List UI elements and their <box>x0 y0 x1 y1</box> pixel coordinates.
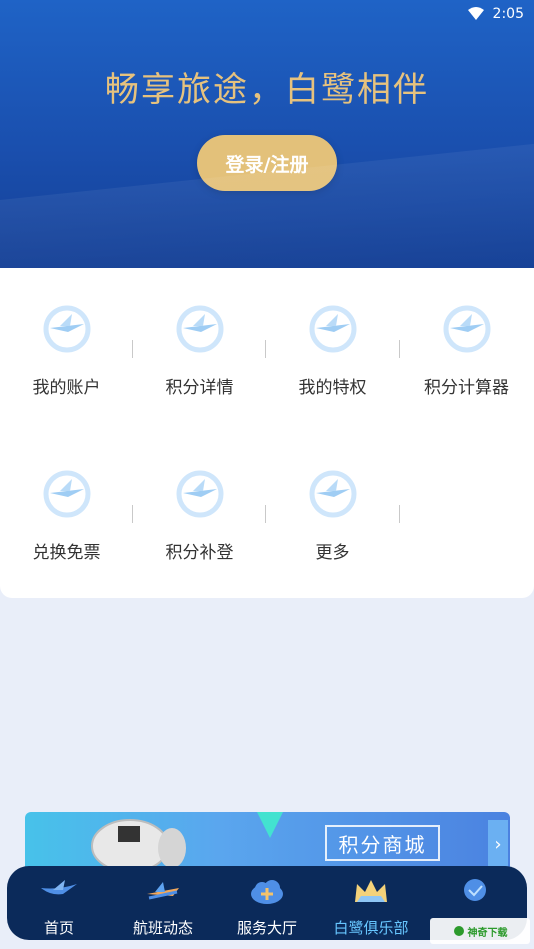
headphones-icon <box>91 819 186 872</box>
egret-logo-icon <box>443 305 491 353</box>
egret-logo-icon <box>176 470 224 518</box>
banner-next-arrow[interactable]: › <box>488 820 508 868</box>
egret-logo-icon <box>43 305 91 353</box>
crown-icon <box>355 880 387 902</box>
egret-logo-icon <box>41 880 77 895</box>
watermark-text: 神奇下载 <box>467 927 508 939</box>
tab-label: 首页 <box>43 919 74 937</box>
menu-item-points-calculator[interactable]: 积分计算器 <box>400 268 533 398</box>
tab-label: 服务大厅 <box>236 919 297 937</box>
hero-slogan: 畅享旅途，白鹭相伴 <box>105 70 429 110</box>
pin-icon <box>257 812 283 838</box>
menu-item-label: 积分补登 <box>165 543 234 563</box>
menu-item-redeem-ticket[interactable]: 兑换免票 <box>0 433 133 563</box>
menu-item-my-privileges[interactable]: 我的特权 <box>266 268 399 398</box>
tab-egret-club[interactable]: 白鹭俱乐部 <box>319 866 423 940</box>
status-time: 2:05 <box>492 6 524 22</box>
site-watermark: 神奇下载 <box>430 918 530 944</box>
menu-item-more[interactable]: 更多 <box>266 433 399 563</box>
tab-flight-status[interactable]: 航班动态 <box>111 866 215 940</box>
egret-logo-icon <box>43 470 91 518</box>
divider <box>399 505 400 523</box>
menu-item-my-account[interactable]: 我的账户 <box>0 268 133 398</box>
egret-logo-icon <box>309 470 357 518</box>
points-mall-title: 积分商城 <box>325 825 440 861</box>
menu-item-points-detail[interactable]: 积分详情 <box>133 268 266 398</box>
menu-item-label: 兑换免票 <box>32 543 101 563</box>
status-bar: 2:05 <box>467 6 524 22</box>
menu-item-label: 我的账户 <box>32 378 101 398</box>
egret-logo-icon <box>309 305 357 353</box>
member-menu-grid: 我的账户 积分详情 我的特权 积分计算器 兑换免票 积分补登 更多 <box>0 268 534 598</box>
menu-item-label: 我的特权 <box>298 378 367 398</box>
airplane-icon <box>147 882 179 900</box>
egret-logo-icon <box>176 305 224 353</box>
profile-icon <box>464 879 486 901</box>
leaf-icon <box>453 926 464 936</box>
tab-home[interactable]: 首页 <box>7 866 111 940</box>
tab-label: 白鹭俱乐部 <box>333 919 409 937</box>
login-register-button[interactable]: 登录/注册 <box>197 135 337 191</box>
menu-item-points-claim[interactable]: 积分补登 <box>133 433 266 563</box>
menu-item-label: 更多 <box>315 543 350 563</box>
cloud-plus-icon <box>251 880 283 904</box>
hero-banner: 2:05 畅享旅途，白鹭相伴 登录/注册 <box>0 0 534 270</box>
menu-item-label: 积分计算器 <box>424 378 509 398</box>
tab-service-hall[interactable]: 服务大厅 <box>215 866 319 940</box>
tab-label: 航班动态 <box>132 919 193 937</box>
menu-item-label: 积分详情 <box>165 378 234 398</box>
wifi-icon <box>467 7 484 20</box>
